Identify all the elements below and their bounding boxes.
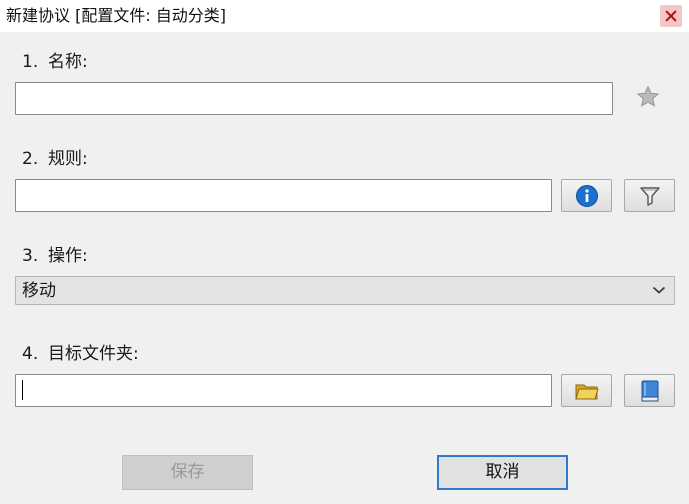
rule-info-button[interactable] bbox=[561, 179, 612, 212]
chevron-down-icon bbox=[652, 286, 666, 294]
info-icon bbox=[575, 184, 598, 207]
text-caret bbox=[22, 380, 23, 400]
name-label-number: 1. bbox=[22, 52, 39, 72]
rule-label: 2. 规则: bbox=[22, 148, 88, 170]
book-icon bbox=[641, 380, 658, 401]
window-title: 新建协议 [配置文件: 自动分类] bbox=[6, 6, 227, 25]
name-label-text: 名称: bbox=[48, 52, 88, 72]
favorite-button[interactable] bbox=[631, 80, 665, 114]
target-folder-label: 4. 目标文件夹: bbox=[22, 343, 139, 365]
rule-label-number: 2. bbox=[22, 149, 39, 169]
browse-folder-button[interactable] bbox=[561, 374, 612, 407]
action-label-number: 3. bbox=[22, 246, 39, 266]
save-button[interactable]: 保存 bbox=[122, 455, 253, 490]
rule-input[interactable] bbox=[15, 179, 552, 212]
cancel-button[interactable]: 取消 bbox=[437, 455, 568, 490]
rule-label-text: 规则: bbox=[48, 149, 88, 169]
close-button[interactable] bbox=[658, 2, 684, 30]
title-bar: 新建协议 [配置文件: 自动分类] bbox=[0, 0, 689, 32]
bookmark-folder-button[interactable] bbox=[624, 374, 675, 407]
action-select[interactable]: 移动 bbox=[15, 276, 675, 305]
dialog-window: 新建协议 [配置文件: 自动分类] 1. 名称: 2. 规则: 3. 操作: 移… bbox=[0, 0, 689, 504]
rule-filter-button[interactable] bbox=[624, 179, 675, 212]
action-label-text: 操作: bbox=[48, 246, 88, 266]
target-folder-label-text: 目标文件夹: bbox=[48, 344, 139, 364]
star-icon bbox=[636, 85, 660, 107]
folder-icon bbox=[574, 384, 599, 399]
target-folder-label-number: 4. bbox=[22, 344, 39, 364]
target-folder-input[interactable] bbox=[15, 374, 552, 407]
action-label: 3. 操作: bbox=[22, 245, 88, 267]
close-icon bbox=[660, 5, 682, 27]
action-select-value: 移动 bbox=[22, 281, 56, 301]
name-input[interactable] bbox=[15, 82, 613, 115]
filter-icon bbox=[639, 186, 660, 206]
name-label: 1. 名称: bbox=[22, 51, 88, 73]
